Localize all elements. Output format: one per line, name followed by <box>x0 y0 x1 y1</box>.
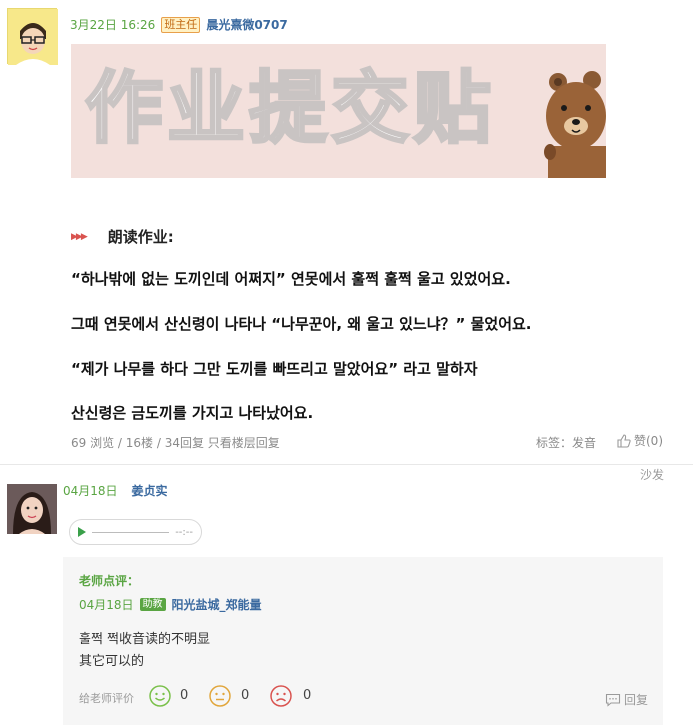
like-label: 赞(0) <box>634 434 663 448</box>
neutral-face-icon[interactable] <box>209 685 231 707</box>
reply-username[interactable]: 姜贞实 <box>132 482 168 499</box>
assistant-badge: 助教 <box>139 598 166 611</box>
thumbs-up-icon <box>617 433 631 448</box>
reply-meta: 04月18日 姜贞实 <box>63 482 168 499</box>
post-stats[interactable]: 69 浏览 / 16楼 / 34回复 只看楼层回复 <box>71 434 280 451</box>
reply-button[interactable]: 回复 <box>605 691 648 708</box>
post-line-3: “제가 나무를 하다 그만 도끼를 빠뜨리고 말았어요” 라고 말하자 <box>71 360 478 378</box>
sad-face-icon[interactable] <box>270 685 292 707</box>
comment-icon <box>605 693 621 707</box>
like-button[interactable]: 赞(0) <box>616 432 663 449</box>
post-line-2: 그때 연못에서 산신령이 나타나 “나무꾼아, 왜 울고 있느냐？” 물었어요. <box>71 315 532 333</box>
banner-title: 作业提交贴 <box>83 63 496 156</box>
smile-face-icon[interactable] <box>149 685 171 707</box>
divider <box>0 464 693 465</box>
comment-line-1: 훌쩍 쩍收音读的不明显 <box>79 632 211 647</box>
banner-image: 作业提交贴 <box>71 44 606 178</box>
neutral-count: 0 <box>241 688 250 703</box>
teacher-comment-meta: 04月18日 助教 阳光盐城_郑能量 <box>79 596 262 613</box>
post-line-1: “하나밖에 없는 도끼인데 어쩌지” 연못에서 훌쩍 훌쩍 울고 있었어요. <box>71 270 511 288</box>
audio-time: --:-- <box>175 526 193 538</box>
teacher-comment-label: 老师点评： <box>79 574 140 588</box>
post-username[interactable]: 晨光熹微0707 <box>206 16 287 33</box>
rate-label: 给老师评价 <box>79 692 134 705</box>
avatar[interactable] <box>7 8 58 65</box>
post-meta: 3月22日 16:26 班主任 晨光熹微0707 <box>70 16 288 33</box>
reply-date: 04月18日 <box>63 484 118 498</box>
reply-avatar[interactable] <box>7 484 57 534</box>
reply-label: 回复 <box>624 693 649 707</box>
comment-username[interactable]: 阳光盐城_郑能量 <box>172 596 262 613</box>
arrow-icon: ▶▶▶ <box>71 231 88 242</box>
post-date: 3月22日 16:26 <box>70 18 156 32</box>
sad-count: 0 <box>303 688 312 703</box>
section-title: ▶▶▶ 朗读作业: <box>71 226 174 247</box>
post-tags[interactable]: 标签：发音 <box>536 434 596 451</box>
bear-icon <box>544 71 606 178</box>
smile-count: 0 <box>180 688 189 703</box>
floor-label: 沙发 <box>640 468 665 482</box>
play-icon[interactable] <box>78 527 86 537</box>
audio-progress[interactable] <box>92 531 170 533</box>
section-title-text: 朗读作业: <box>107 228 174 246</box>
post-line-4: 산신령은 금도끼를 가지고 나타났어요. <box>71 404 314 422</box>
comment-line-2: 其它可以的 <box>79 654 145 669</box>
comment-date: 04月18日 <box>79 598 134 612</box>
audio-player[interactable]: --:-- <box>69 519 202 545</box>
teacher-badge: 班主任 <box>161 16 201 33</box>
